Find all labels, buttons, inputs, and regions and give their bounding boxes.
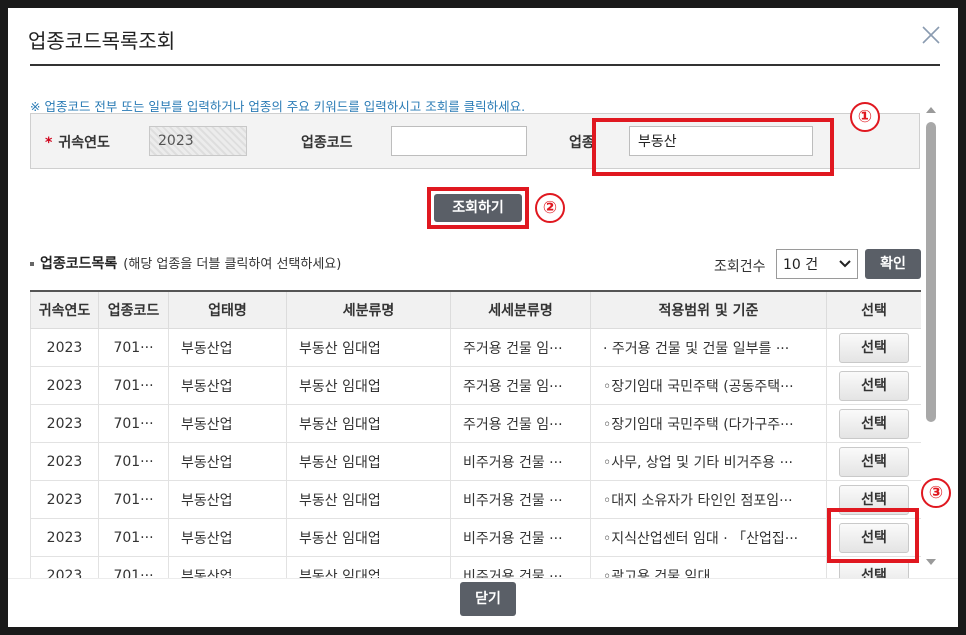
cell-scope: ◦장기임대 국민주택 (공동주택··· bbox=[590, 366, 827, 405]
table-row[interactable]: 2023 701··· 부동산업 부동산 임대업 주거용 건물 임··· · 주거용 건물… bbox=[30, 328, 921, 367]
cell-scope: ◦지식산업센터 임대 · 「산업집··· bbox=[590, 518, 827, 557]
cell-scope: ◦장기임대 국민주택 (다가구주··· bbox=[590, 404, 827, 443]
title-divider bbox=[30, 64, 940, 66]
select-button[interactable]: 선택 bbox=[839, 446, 909, 477]
industry-code-dialog: 업종코드목록조회 ※ 업종코드 전부 또는 일부를 입력하거나 업종의 주요 키… bbox=[8, 8, 958, 627]
cell-scope: ◦광고용 건물 임대 bbox=[590, 556, 827, 578]
header-scope: 적용범위 및 기준 bbox=[590, 290, 827, 329]
annotation-1: ① bbox=[850, 102, 880, 132]
close-button[interactable]: 닫기 bbox=[460, 582, 516, 616]
highlight-box-industry bbox=[592, 118, 834, 176]
cell-year: 2023 bbox=[30, 328, 99, 367]
table-row[interactable]: 2023 701··· 부동산업 부동산 임대업 비주거용 건물 ··· ◦사무, 상업 … bbox=[30, 442, 921, 481]
industry-label: 업종 bbox=[569, 135, 595, 151]
cell-code: 701··· bbox=[98, 518, 169, 557]
cell-year: 2023 bbox=[30, 518, 99, 557]
table-body: 2023 701··· 부동산업 부동산 임대업 주거용 건물 임··· · 주거용 건물… bbox=[30, 328, 921, 578]
header-subclass: 세분류명 bbox=[286, 290, 451, 329]
select-button[interactable]: 선택 bbox=[839, 560, 909, 578]
cell-year: 2023 bbox=[30, 480, 99, 519]
cell-subclass: 부동산 임대업 bbox=[286, 328, 451, 367]
header-subsubclass: 세세분류명 bbox=[450, 290, 591, 329]
chevron-down-icon bbox=[839, 260, 851, 268]
cell-code: 701··· bbox=[98, 442, 169, 481]
count-label: 조회건수 bbox=[714, 259, 766, 275]
list-subtitle: (해당 업종을 더블 클릭하여 선택하세요) bbox=[123, 257, 342, 272]
cell-subsubclass: 비주거용 건물 ··· bbox=[450, 518, 591, 557]
scroll-thumb[interactable] bbox=[926, 122, 936, 422]
cell-subclass: 부동산 임대업 bbox=[286, 480, 451, 519]
cell-year: 2023 bbox=[30, 366, 99, 405]
cell-select: 선택 bbox=[826, 404, 921, 443]
code-input[interactable] bbox=[391, 126, 527, 156]
required-mark: * bbox=[45, 135, 53, 151]
table-row[interactable]: 2023 701··· 부동산업 부동산 임대업 주거용 건물 임··· ◦장기임대 국민… bbox=[30, 404, 921, 443]
header-select: 선택 bbox=[826, 290, 921, 329]
cell-scope: · 주거용 건물 및 건물 일부를 ··· bbox=[590, 328, 827, 367]
table-row[interactable]: 2023 701··· 부동산업 부동산 임대업 비주거용 건물 ··· ◦대지 소유자가… bbox=[30, 480, 921, 519]
cell-select: 선택 bbox=[826, 442, 921, 481]
cell-subsubclass: 주거용 건물 임··· bbox=[450, 366, 591, 405]
select-button[interactable]: 선택 bbox=[839, 408, 909, 439]
table-row[interactable]: 2023 701··· 부동산업 부동산 임대업 비주거용 건물 ··· ◦광고용 건물 … bbox=[30, 556, 921, 578]
cell-subsubclass: 주거용 건물 임··· bbox=[450, 404, 591, 443]
cell-code: 701··· bbox=[98, 480, 169, 519]
cell-select: 선택 bbox=[826, 328, 921, 367]
cell-subsubclass: 비주거용 건물 ··· bbox=[450, 442, 591, 481]
scroll-down-icon[interactable] bbox=[925, 558, 937, 566]
cell-scope: ◦대지 소유자가 타인인 점포임··· bbox=[590, 480, 827, 519]
select-button[interactable]: 선택 bbox=[839, 332, 909, 363]
cell-subsubclass: 비주거용 건물 ··· bbox=[450, 556, 591, 578]
dialog-title: 업종코드목록조회 bbox=[28, 29, 176, 53]
cell-business: 부동산업 bbox=[168, 518, 287, 557]
cell-business: 부동산업 bbox=[168, 366, 287, 405]
confirm-button[interactable]: 확인 bbox=[865, 249, 921, 279]
cell-year: 2023 bbox=[30, 442, 99, 481]
header-year: 귀속연도 bbox=[30, 290, 99, 329]
dialog-body[interactable]: ※ 업종코드 전부 또는 일부를 입력하거나 업종의 주요 키워드를 입력하시고… bbox=[8, 68, 958, 578]
result-table: 귀속연도 업종코드 업태명 세분류명 세세분류명 적용범위 및 기준 선택 20… bbox=[30, 290, 921, 578]
table-scrollbar[interactable] bbox=[922, 98, 940, 568]
cell-business: 부동산업 bbox=[168, 442, 287, 481]
annotation-2: ② bbox=[535, 193, 565, 223]
cell-subclass: 부동산 임대업 bbox=[286, 404, 451, 443]
result-table-container[interactable]: 귀속연도 업종코드 업태명 세분류명 세세분류명 적용범위 및 기준 선택 20… bbox=[30, 290, 921, 578]
header-business: 업태명 bbox=[168, 290, 287, 329]
cell-subclass: 부동산 임대업 bbox=[286, 556, 451, 578]
count-select[interactable]: 10 건 bbox=[776, 249, 858, 279]
year-field: 2023 bbox=[149, 126, 247, 156]
cell-year: 2023 bbox=[30, 404, 99, 443]
year-label: * 귀속연도 bbox=[45, 135, 110, 151]
cell-subclass: 부동산 임대업 bbox=[286, 442, 451, 481]
scroll-up-icon[interactable] bbox=[925, 106, 937, 114]
cell-business: 부동산업 bbox=[168, 556, 287, 578]
highlight-box-select bbox=[827, 508, 919, 563]
bullet-icon bbox=[30, 262, 34, 266]
cell-code: 701··· bbox=[98, 404, 169, 443]
cell-year: 2023 bbox=[30, 556, 99, 578]
table-row[interactable]: 2023 701··· 부동산업 부동산 임대업 주거용 건물 임··· ◦장기임대 국민… bbox=[30, 366, 921, 405]
cell-subclass: 부동산 임대업 bbox=[286, 518, 451, 557]
highlight-box-search bbox=[427, 187, 529, 229]
cell-code: 701··· bbox=[98, 328, 169, 367]
close-icon[interactable] bbox=[920, 24, 942, 46]
cell-business: 부동산업 bbox=[168, 404, 287, 443]
footer-divider bbox=[8, 578, 958, 579]
code-label: 업종코드 bbox=[301, 135, 353, 151]
cell-subsubclass: 비주거용 건물 ··· bbox=[450, 480, 591, 519]
cell-scope: ◦사무, 상업 및 기타 비거주용 ··· bbox=[590, 442, 827, 481]
cell-subsubclass: 주거용 건물 임··· bbox=[450, 328, 591, 367]
select-button[interactable]: 선택 bbox=[839, 370, 909, 401]
cell-business: 부동산업 bbox=[168, 328, 287, 367]
header-code: 업종코드 bbox=[98, 290, 169, 329]
list-title: 업종코드목록 (해당 업종을 더블 클릭하여 선택하세요) bbox=[30, 253, 341, 273]
cell-subclass: 부동산 임대업 bbox=[286, 366, 451, 405]
cell-code: 701··· bbox=[98, 556, 169, 578]
cell-code: 701··· bbox=[98, 366, 169, 405]
cell-business: 부동산업 bbox=[168, 480, 287, 519]
table-row[interactable]: 2023 701··· 부동산업 부동산 임대업 비주거용 건물 ··· ◦지식산업센터 … bbox=[30, 518, 921, 557]
cell-select: 선택 bbox=[826, 366, 921, 405]
table-header-row: 귀속연도 업종코드 업태명 세분류명 세세분류명 적용범위 및 기준 선택 bbox=[30, 290, 921, 329]
